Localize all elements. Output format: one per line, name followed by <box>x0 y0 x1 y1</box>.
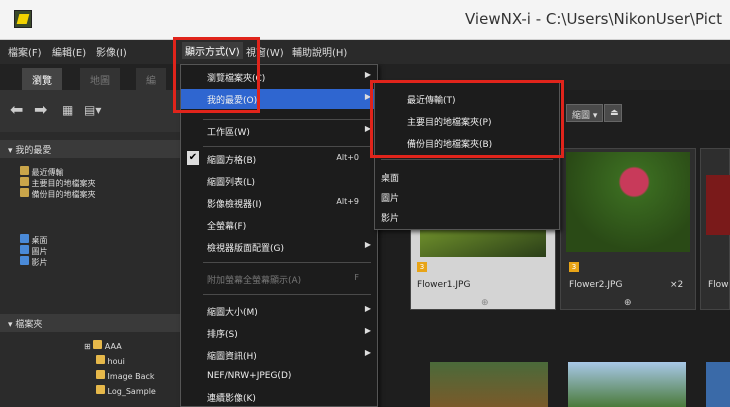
thumbnail-image <box>706 175 730 235</box>
fav-videos[interactable]: 影片 <box>20 256 48 268</box>
tab-map[interactable]: 地圖 <box>80 68 120 90</box>
folder-star-icon <box>20 177 29 186</box>
favorites-header[interactable]: ▾ 我的最愛 <box>0 140 180 158</box>
thumbnail-image <box>706 362 730 407</box>
thumbnail-label: Flower1.JPG <box>417 280 471 290</box>
checkmark-icon: ✔ <box>187 151 199 165</box>
folder-icon <box>93 340 103 349</box>
submenu-item-pictures[interactable]: 圖片 <box>375 187 559 207</box>
thumbnail-image <box>430 362 548 407</box>
folder-icon <box>96 370 105 379</box>
menu-item-image-viewer[interactable]: 影像檢視器(I) Alt+9 <box>181 193 377 213</box>
menu-item-workspace[interactable]: 工作區(W) ▶ <box>181 121 377 141</box>
menu-edit[interactable]: 編輯(E) <box>52 44 86 59</box>
menu-item-thumbnail-grid[interactable]: ✔ 縮圖方格(B) Alt+0 <box>181 149 377 169</box>
desktop-icon <box>20 234 29 243</box>
submenu-arrow-icon: ▶ <box>364 348 371 357</box>
back-arrow-icon[interactable]: ⬅ <box>10 100 23 119</box>
highlight-box-submenu <box>370 80 564 158</box>
rating-badge: 3 <box>569 262 579 272</box>
submenu-arrow-icon: ▶ <box>364 70 371 79</box>
folder-item[interactable]: Image Back <box>96 370 155 381</box>
folder-icon <box>96 385 105 394</box>
thumbnail-label: Flower2.JPG <box>569 280 623 290</box>
menu-file[interactable]: 檔案(F) <box>8 44 42 59</box>
tab-edit[interactable]: 編 <box>136 68 166 90</box>
submenu-item-videos[interactable]: 影片 <box>375 207 559 227</box>
menu-item-viewer-layout[interactable]: 檢視器版面配置(G) ▶ <box>181 237 377 257</box>
folder-up-icon[interactable]: ▦ <box>62 103 73 117</box>
forward-arrow-icon[interactable]: ➡ <box>34 100 47 119</box>
title-bar: ViewNX-i - C:\Users\NikonUser\Pict <box>0 0 730 40</box>
tab-browse[interactable]: 瀏覽 <box>22 68 62 90</box>
folder-icon <box>96 355 105 364</box>
sort-dropdown[interactable]: 縮圖 ▾ <box>566 104 604 122</box>
menu-item-thumbnail-info[interactable]: 縮圖資訊(H) ▶ <box>181 345 377 365</box>
eject-icon[interactable]: ⏏ <box>604 104 622 122</box>
submenu-item-desktop[interactable]: 桌面 <box>375 167 559 187</box>
folder-star-icon <box>20 188 29 197</box>
menu-item-sort[interactable]: 排序(S) ▶ <box>181 323 377 343</box>
highlight-box-view-menu <box>173 37 260 113</box>
rating-badge: 3 <box>417 262 427 272</box>
folder-item[interactable]: houi <box>96 355 125 366</box>
menu-help[interactable]: 輔助說明(H) <box>292 44 347 59</box>
pictures-icon <box>20 245 29 254</box>
menu-item-thumbnail-list[interactable]: 縮圖列表(L) <box>181 171 377 191</box>
menu-item-thumbnail-size[interactable]: 縮圖大小(M) ▶ <box>181 301 377 321</box>
menu-image[interactable]: 影像(I) <box>96 44 127 59</box>
window-title: ViewNX-i - C:\Users\NikonUser\Pict <box>465 10 722 28</box>
menu-item-sequence[interactable]: 連續影像(K) <box>181 387 377 407</box>
thumbnail-image <box>568 362 686 407</box>
folder-star-icon <box>20 166 29 175</box>
menu-item-secondary-fullscreen: 附加螢幕全螢幕顯示(A) F <box>207 273 359 286</box>
submenu-arrow-icon: ▶ <box>364 240 371 249</box>
thumbnail-count: ×2 <box>670 280 684 290</box>
menu-item-nef-jpeg[interactable]: NEF/NRW+JPEG(D) <box>181 367 377 387</box>
gps-icon: ⊕ <box>481 298 489 308</box>
fav-backup[interactable]: 備份目的地檔案夾 <box>20 188 96 200</box>
folder-item[interactable]: Log_Sample <box>96 385 156 396</box>
thumbnail-label: Flow <box>708 280 729 290</box>
thumbnail-image <box>566 152 690 252</box>
app-logo-icon <box>14 10 32 28</box>
videos-icon <box>20 256 29 265</box>
folder-item[interactable]: ⊞ AAA <box>84 340 122 351</box>
submenu-arrow-icon: ▶ <box>364 304 371 313</box>
new-folder-icon[interactable]: ▤▾ <box>84 103 101 117</box>
submenu-arrow-icon: ▶ <box>364 326 371 335</box>
nav-toolbar: ⬅ ➡ ▦ ▤▾ <box>0 90 180 132</box>
menu-item-fullscreen[interactable]: 全螢幕(F) <box>181 215 377 235</box>
view-menu: 瀏覽檔案夾(C) ▶ 我的最愛(O) ▶ 工作區(W) ▶ ✔ 縮圖方格(B) Alt+0… <box>180 64 378 407</box>
menu-bar: 檔案(F) 編輯(E) 影像(I) 顯示方式(V) 視窗(W) 輔助說明(H) <box>0 40 730 64</box>
gps-icon: ⊕ <box>624 298 632 308</box>
folders-header[interactable]: ▾ 檔案夾 <box>0 314 180 332</box>
